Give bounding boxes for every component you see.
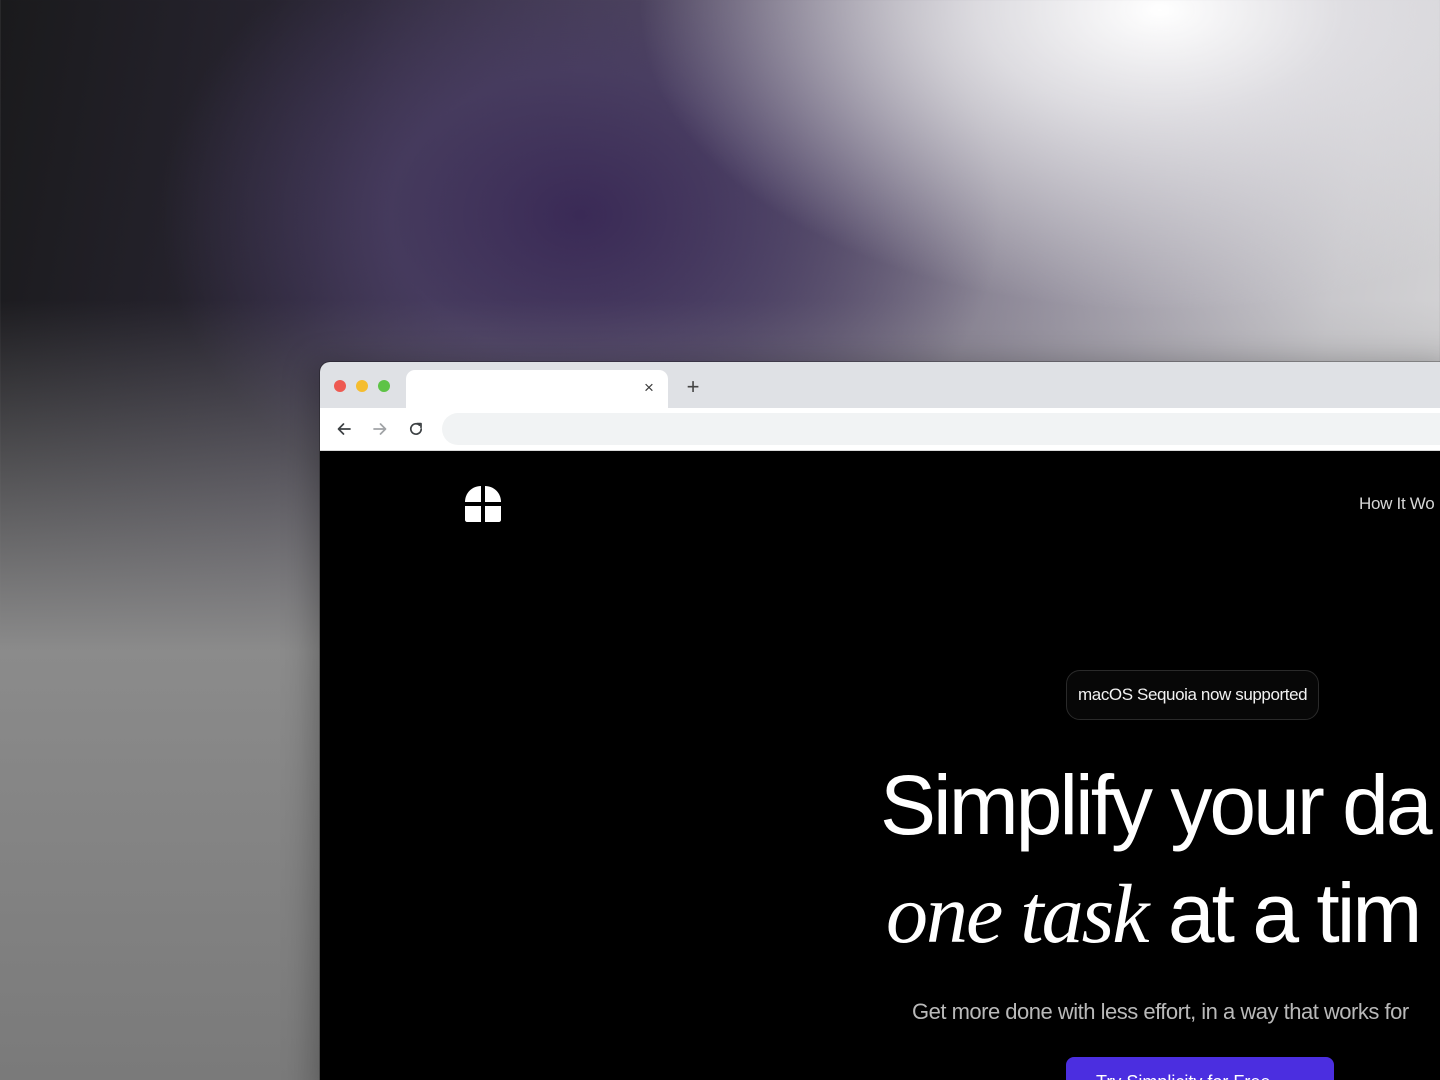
hero-headline-rest: at a tim — [1147, 866, 1422, 960]
minimize-window-button[interactable] — [356, 380, 368, 392]
close-window-button[interactable] — [334, 380, 346, 392]
web-page: How It Wo macOS Sequoia now supported Si… — [320, 451, 1440, 1080]
plus-icon[interactable]: + — [682, 376, 704, 398]
address-bar[interactable] — [442, 413, 1440, 445]
forward-arrow-icon — [373, 423, 387, 435]
back-button[interactable] — [332, 417, 356, 441]
back-arrow-icon — [337, 423, 351, 435]
hero-headline-line2: one task at a tim — [886, 865, 1422, 963]
hero-headline-line1: Simplify your da — [880, 758, 1433, 852]
announcement-badge[interactable]: macOS Sequoia now supported — [1066, 670, 1320, 720]
hero-headline-italic: one task — [886, 868, 1150, 961]
tab-bar: × + — [320, 362, 1440, 408]
nav-link-how-it-works[interactable]: How It Wo — [1359, 494, 1435, 514]
close-icon[interactable]: × — [640, 379, 658, 397]
maximize-window-button[interactable] — [378, 380, 390, 392]
browser-tab[interactable]: × — [406, 370, 668, 408]
hero-subtitle: Get more done with less effort, in a way… — [912, 999, 1409, 1024]
forward-button[interactable] — [368, 417, 392, 441]
browser-window: × + How It Wo macOS Sequoia now supporte… — [320, 362, 1440, 1080]
browser-toolbar — [320, 408, 1440, 451]
reload-button[interactable] — [404, 417, 428, 441]
logo-icon[interactable] — [464, 485, 502, 523]
cta-button[interactable]: Try Simplicity for Free — [1066, 1057, 1334, 1080]
reload-icon — [410, 422, 423, 435]
